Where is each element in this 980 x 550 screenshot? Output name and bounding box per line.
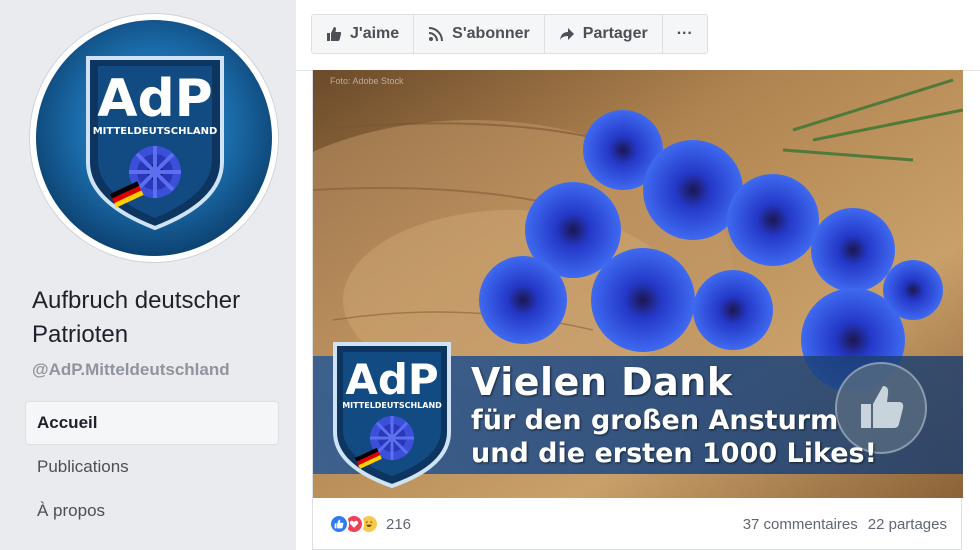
subscribe-label: S'abonner bbox=[452, 25, 530, 42]
page-handle[interactable]: @AdP.Mitteldeutschland bbox=[32, 360, 230, 380]
post-card: Foto: Adobe Stock AdP MITTELDEUTSCHLAND bbox=[312, 70, 963, 550]
share-label: Partager bbox=[582, 25, 648, 42]
banner-logo-text: AdP bbox=[345, 355, 438, 404]
reactions-summary[interactable]: 216 bbox=[329, 514, 411, 534]
post-image[interactable]: Foto: Adobe Stock AdP MITTELDEUTSCHLAND bbox=[313, 70, 963, 498]
share-button[interactable]: Partager bbox=[543, 14, 663, 54]
share-arrow-icon bbox=[559, 28, 574, 40]
more-icon: ··· bbox=[676, 25, 693, 42]
post-footer: 216 37 commentaires 22 partages bbox=[313, 498, 963, 550]
page-action-bar: J'aime S'abonner Partager ··· bbox=[311, 14, 708, 54]
banner-line-3: und die ersten 1000 Likes! bbox=[471, 438, 877, 469]
reaction-count: 216 bbox=[386, 515, 412, 533]
nav-item-home[interactable]: Accueil bbox=[26, 402, 278, 444]
left-sidebar: AdP MITTELDEUTSCHLAND Aufbruch deutscher… bbox=[0, 0, 296, 550]
rss-icon bbox=[429, 27, 444, 42]
main-column: J'aime S'abonner Partager ··· Foto: Adob… bbox=[296, 0, 980, 550]
adp-shield-logo: AdP MITTELDEUTSCHLAND bbox=[86, 56, 224, 231]
banner-logo-sub: MITTELDEUTSCHLAND bbox=[342, 401, 442, 410]
page-title[interactable]: Aufbruch deutscher Patrioten bbox=[32, 284, 292, 352]
shares-link[interactable]: 22 partages bbox=[868, 516, 947, 533]
banner-line-2: für den großen Ansturm bbox=[471, 405, 839, 436]
thumbs-up-icon bbox=[327, 27, 342, 41]
post-stats: 37 commentaires 22 partages bbox=[743, 516, 947, 533]
banner-headline: Vielen Dank bbox=[471, 360, 733, 404]
banner-message: Vielen Dank für den großen Ansturm und d… bbox=[471, 360, 877, 470]
avatar-image: AdP MITTELDEUTSCHLAND bbox=[36, 20, 272, 256]
page-avatar[interactable]: AdP MITTELDEUTSCHLAND bbox=[30, 14, 278, 262]
photo-credit: Foto: Adobe Stock bbox=[330, 76, 404, 86]
avatar-logo-text: AdP bbox=[97, 69, 213, 129]
like-reaction-icon bbox=[329, 514, 349, 534]
banner-adp-logo: AdP MITTELDEUTSCHLAND bbox=[333, 342, 451, 488]
nav-item-about[interactable]: À propos bbox=[26, 490, 278, 532]
like-page-label: J'aime bbox=[350, 25, 400, 42]
comments-link[interactable]: 37 commentaires bbox=[743, 516, 858, 533]
page-nav: Accueil Publications À propos bbox=[26, 402, 278, 534]
avatar-logo-sub: MITTELDEUTSCHLAND bbox=[93, 126, 218, 137]
nav-item-posts[interactable]: Publications bbox=[26, 446, 278, 488]
more-options-button[interactable]: ··· bbox=[661, 14, 708, 54]
subscribe-button[interactable]: S'abonner bbox=[413, 14, 545, 54]
like-page-button[interactable]: J'aime bbox=[311, 14, 415, 54]
